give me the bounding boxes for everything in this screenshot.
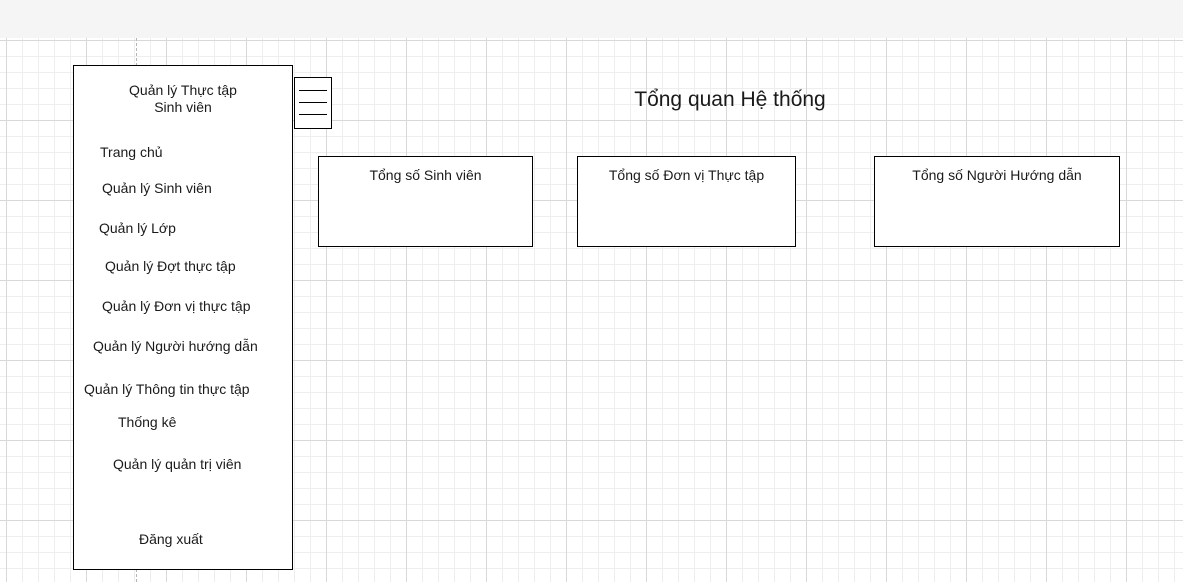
hamburger-menu-icon[interactable] (294, 77, 332, 129)
sidebar-item-students[interactable]: Quản lý Sinh viên (102, 180, 212, 197)
page-title: Tổng quan Hệ thống (634, 88, 826, 111)
sidebar-title-line-2: Sinh viên (154, 99, 212, 115)
hamburger-bar-middle (299, 102, 327, 103)
stat-card-supervisors: Tổng số Người Hướng dẫn (874, 156, 1120, 247)
sidebar-item-statistics[interactable]: Thống kê (118, 414, 176, 431)
sidebar-item-internship-periods[interactable]: Quản lý Đợt thực tập (105, 258, 236, 275)
sidebar-item-internship-units[interactable]: Quản lý Đơn vị thực tập (102, 298, 251, 315)
sidebar-title-line-1: Quản lý Thực tập (129, 82, 237, 98)
stat-card-students: Tổng số Sinh viên (318, 156, 533, 247)
sidebar-item-administrators[interactable]: Quản lý quản trị viên (113, 456, 241, 473)
sidebar-item-home[interactable]: Trang chủ (100, 144, 163, 161)
sidebar-item-supervisors[interactable]: Quản lý Người hướng dẫn (93, 338, 258, 355)
stat-card-internship-units: Tổng số Đơn vị Thực tập (577, 156, 796, 247)
sidebar-item-classes[interactable]: Quản lý Lớp (99, 220, 176, 237)
stat-card-label: Tổng số Đơn vị Thực tập (608, 167, 765, 183)
stat-card-label: Tổng số Sinh viên (369, 167, 482, 183)
hamburger-bar-top (299, 90, 327, 91)
sidebar-title: Quản lý Thực tập Sinh viên (74, 82, 292, 116)
sidebar-item-internship-info[interactable]: Quản lý Thông tin thực tập (84, 381, 250, 398)
hamburger-bar-bottom (299, 114, 327, 115)
sidebar: Quản lý Thực tập Sinh viên Trang chủ Quả… (73, 65, 293, 570)
stat-card-label: Tổng số Người Hướng dẫn (912, 167, 1082, 183)
editor-top-bar (0, 0, 1183, 38)
sidebar-item-logout[interactable]: Đăng xuất (139, 531, 203, 548)
